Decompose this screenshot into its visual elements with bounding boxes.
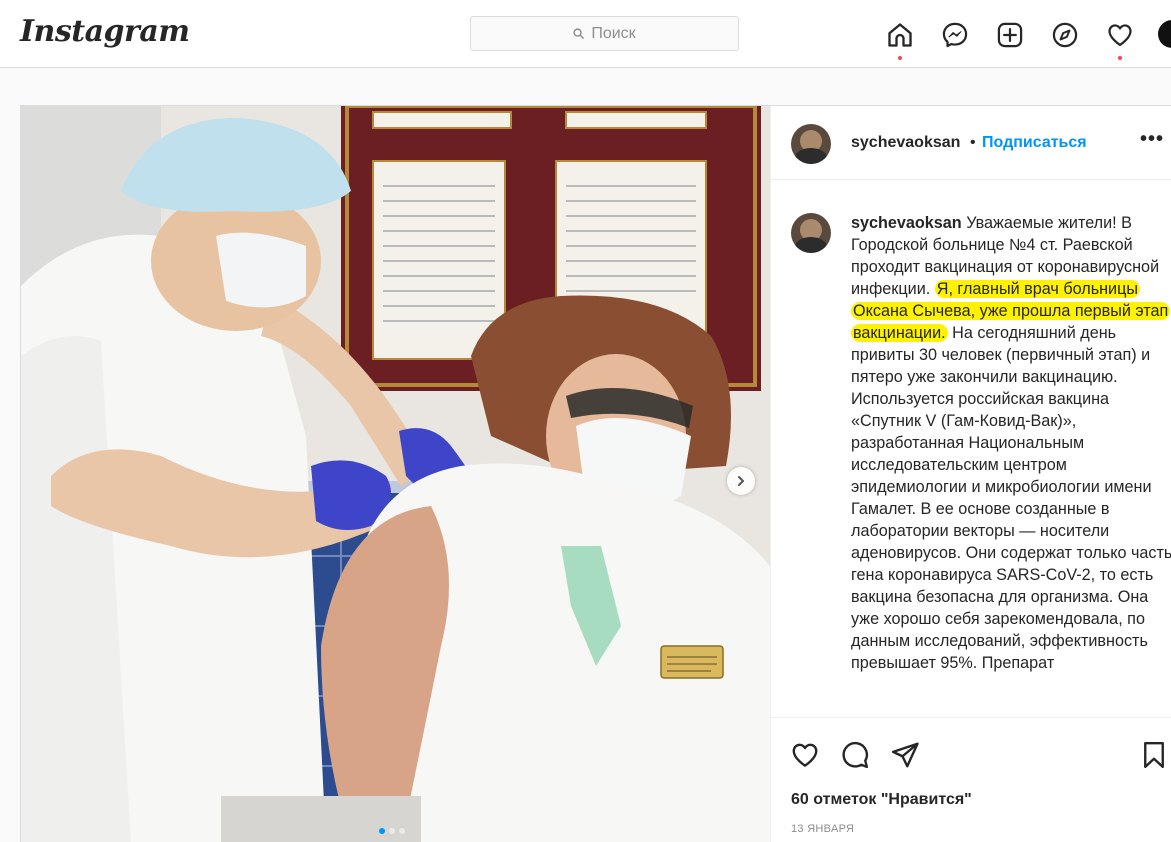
top-nav-bar: Instagram Поиск [0,0,1171,68]
post-card: sychevaoksan • Подписаться ••• sychevaok… [20,105,1171,842]
search-placeholder: Поиск [591,24,636,42]
caption-username[interactable]: sychevaoksan [851,214,962,232]
carousel-indicator [379,828,405,834]
separator-dot: • [970,134,976,151]
messenger-icon[interactable] [938,18,972,52]
post-header: sychevaoksan • Подписаться ••• [771,106,1171,180]
share-icon[interactable] [889,739,921,771]
instagram-logo[interactable]: Instagram [20,14,190,49]
more-options-icon[interactable]: ••• [1140,128,1164,151]
post-date[interactable]: 13 января [791,823,854,835]
home-icon[interactable] [883,18,917,60]
activity-heart-icon[interactable] [1103,18,1137,60]
author-avatar[interactable] [791,124,831,164]
search-icon [573,28,585,39]
chevron-right-icon [738,476,744,486]
caption-section: sychevaoksan Уважаемые жители! В Городск… [771,181,1171,717]
carousel-dot [399,828,405,834]
caption-text-end: На сегодняшний день привиты 30 человек (… [851,324,1171,672]
profile-avatar[interactable] [1158,20,1171,48]
post-actions: 60 отметок "Нравится" 13 января [771,717,1171,842]
carousel-dot [389,828,395,834]
new-post-icon[interactable] [993,18,1027,52]
post-sidebar: sychevaoksan • Подписаться ••• sychevaok… [770,106,1171,842]
caption-author-avatar[interactable] [791,213,831,253]
carousel-next-button[interactable] [727,467,755,495]
vaccination-photo [21,106,770,842]
home-notification-dot [898,56,902,60]
comment-icon[interactable] [839,739,871,771]
activity-notification-dot [1118,56,1122,60]
explore-icon[interactable] [1048,18,1082,52]
post-caption: sychevaoksan Уважаемые жители! В Городск… [851,212,1171,674]
post-photo[interactable] [21,106,770,842]
like-heart-icon[interactable] [789,739,821,771]
author-username[interactable]: sychevaoksan [851,134,960,152]
follow-button[interactable]: Подписаться [982,134,1087,152]
carousel-dot [379,828,385,834]
likes-count[interactable]: 60 отметок "Нравится" [791,791,972,809]
search-input[interactable]: Поиск [470,16,739,51]
save-bookmark-icon[interactable] [1138,739,1170,771]
